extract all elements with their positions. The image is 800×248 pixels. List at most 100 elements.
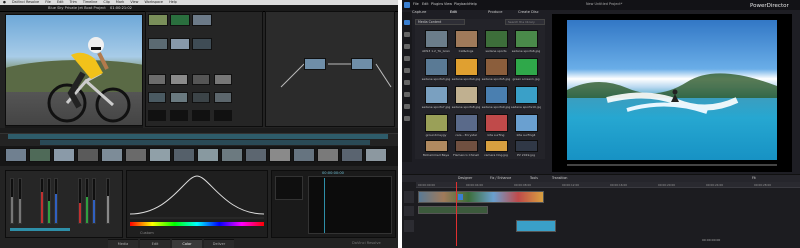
pool-thumb[interactable] <box>192 74 210 85</box>
gamma-fader[interactable] <box>18 178 22 224</box>
toolbar-fix-enhance[interactable]: Fix / Enhance <box>490 176 511 180</box>
pool-thumb[interactable] <box>192 92 210 103</box>
media-item[interactable] <box>425 86 448 104</box>
media-item[interactable] <box>485 140 508 152</box>
tab-media[interactable]: Media <box>108 239 138 248</box>
tab-produce[interactable]: Produce <box>488 10 502 14</box>
pd-menu-view[interactable]: View <box>444 2 452 6</box>
gain-red-fader[interactable] <box>40 178 44 224</box>
apple-icon[interactable]: ● <box>3 0 6 4</box>
clip-thumb[interactable] <box>149 148 171 162</box>
transition-room-icon[interactable] <box>404 80 410 85</box>
library-filter[interactable]: Media Content <box>415 19 465 25</box>
pool-thumb[interactable] <box>170 110 188 121</box>
pool-thumb[interactable] <box>214 92 232 103</box>
menu-trim[interactable]: Trim <box>70 0 77 4</box>
preview-progress[interactable] <box>567 164 777 166</box>
menu-edit[interactable]: Edit <box>57 0 64 4</box>
media-item[interactable] <box>515 30 538 48</box>
timeline-track-v1[interactable] <box>8 134 388 139</box>
toolbar-designer[interactable]: Designer <box>458 176 472 180</box>
gain-blue-fader[interactable] <box>54 178 58 224</box>
media-item[interactable] <box>455 58 478 76</box>
track-header-video[interactable] <box>404 191 414 203</box>
media-item[interactable] <box>515 114 538 132</box>
menu-help[interactable]: Help <box>169 0 177 4</box>
fit-dropdown[interactable]: Fit <box>752 176 756 180</box>
tab-deliver[interactable]: Deliver <box>204 239 234 248</box>
menu-file[interactable]: File <box>45 0 51 4</box>
pool-thumb[interactable] <box>148 38 168 50</box>
offset-red-fader[interactable] <box>78 178 82 224</box>
pool-thumb[interactable] <box>192 14 212 26</box>
media-room-icon[interactable] <box>404 20 410 25</box>
pd-menu-playback[interactable]: Playback <box>454 2 469 6</box>
toolbar-transition[interactable]: Transition <box>552 176 567 180</box>
gain-green-fader[interactable] <box>47 178 51 224</box>
pd-menu-edit[interactable]: Edit <box>422 2 429 6</box>
menu-clip[interactable]: Clip <box>103 0 109 4</box>
pool-thumb[interactable] <box>148 74 166 85</box>
master-fader[interactable] <box>106 178 110 224</box>
timeline-track-v2[interactable] <box>40 140 370 145</box>
video-clip[interactable] <box>418 191 544 203</box>
pool-thumb[interactable] <box>214 110 232 121</box>
media-item[interactable] <box>425 30 448 48</box>
pool-thumb[interactable] <box>148 14 168 26</box>
particle-room-icon[interactable] <box>404 56 410 61</box>
offset-green-fader[interactable] <box>85 178 89 224</box>
slider-row[interactable] <box>10 228 70 231</box>
clip-thumb[interactable] <box>365 148 387 162</box>
pool-thumb[interactable] <box>170 14 190 26</box>
media-item[interactable] <box>455 140 478 152</box>
tab-color[interactable]: Color <box>172 239 202 248</box>
track-header-audio[interactable] <box>404 206 414 216</box>
tab-create-disc[interactable]: Create Disc <box>518 10 539 14</box>
menu-workspace[interactable]: Workspace <box>144 0 163 4</box>
pool-thumb[interactable] <box>192 38 212 50</box>
clip-thumb[interactable] <box>77 148 99 162</box>
media-item[interactable] <box>455 114 478 132</box>
preview-window[interactable] <box>552 14 792 172</box>
media-item[interactable] <box>485 30 508 48</box>
pip-clip[interactable] <box>516 220 556 232</box>
pool-thumb[interactable] <box>214 74 232 85</box>
media-item[interactable] <box>515 140 538 152</box>
effects-room-icon[interactable] <box>404 32 410 37</box>
transition-marker[interactable] <box>458 194 463 200</box>
clip-thumb[interactable] <box>221 148 243 162</box>
lift-fader[interactable] <box>10 178 14 224</box>
media-item[interactable] <box>485 86 508 104</box>
clip-thumb[interactable] <box>341 148 363 162</box>
pool-thumb[interactable] <box>170 38 190 50</box>
media-item[interactable] <box>425 58 448 76</box>
media-item[interactable] <box>455 86 478 104</box>
menu-mark[interactable]: Mark <box>116 0 124 4</box>
pool-thumb[interactable] <box>170 92 188 103</box>
pd-menu-file[interactable]: File <box>413 2 419 6</box>
pd-menu-plugins[interactable]: Plugins <box>431 2 443 6</box>
source-viewer[interactable] <box>5 14 143 126</box>
audio-room-icon[interactable] <box>404 92 410 97</box>
clip-thumb[interactable] <box>269 148 291 162</box>
media-item[interactable] <box>515 58 538 76</box>
clip-thumb[interactable] <box>125 148 147 162</box>
media-item[interactable] <box>425 140 448 152</box>
toolbar-tools[interactable]: Tools <box>530 176 538 180</box>
tab-edit[interactable]: Edit <box>450 10 457 14</box>
track-header-pip[interactable] <box>404 220 414 232</box>
pd-menu-help[interactable]: Help <box>469 2 477 6</box>
chapter-room-icon[interactable] <box>404 104 410 109</box>
menu-app[interactable]: DaVinci Resolve <box>12 0 39 4</box>
clip-thumb[interactable] <box>5 148 27 162</box>
pool-thumb[interactable] <box>170 74 188 85</box>
tab-capture[interactable]: Capture <box>412 10 426 14</box>
media-item[interactable] <box>485 114 508 132</box>
menu-view[interactable]: View <box>130 0 138 4</box>
clip-thumb[interactable] <box>101 148 123 162</box>
clip-thumb[interactable] <box>293 148 315 162</box>
clip-thumb[interactable] <box>245 148 267 162</box>
subtitle-room-icon[interactable] <box>404 116 410 121</box>
title-room-icon[interactable] <box>404 68 410 73</box>
clip-thumb[interactable] <box>173 148 195 162</box>
